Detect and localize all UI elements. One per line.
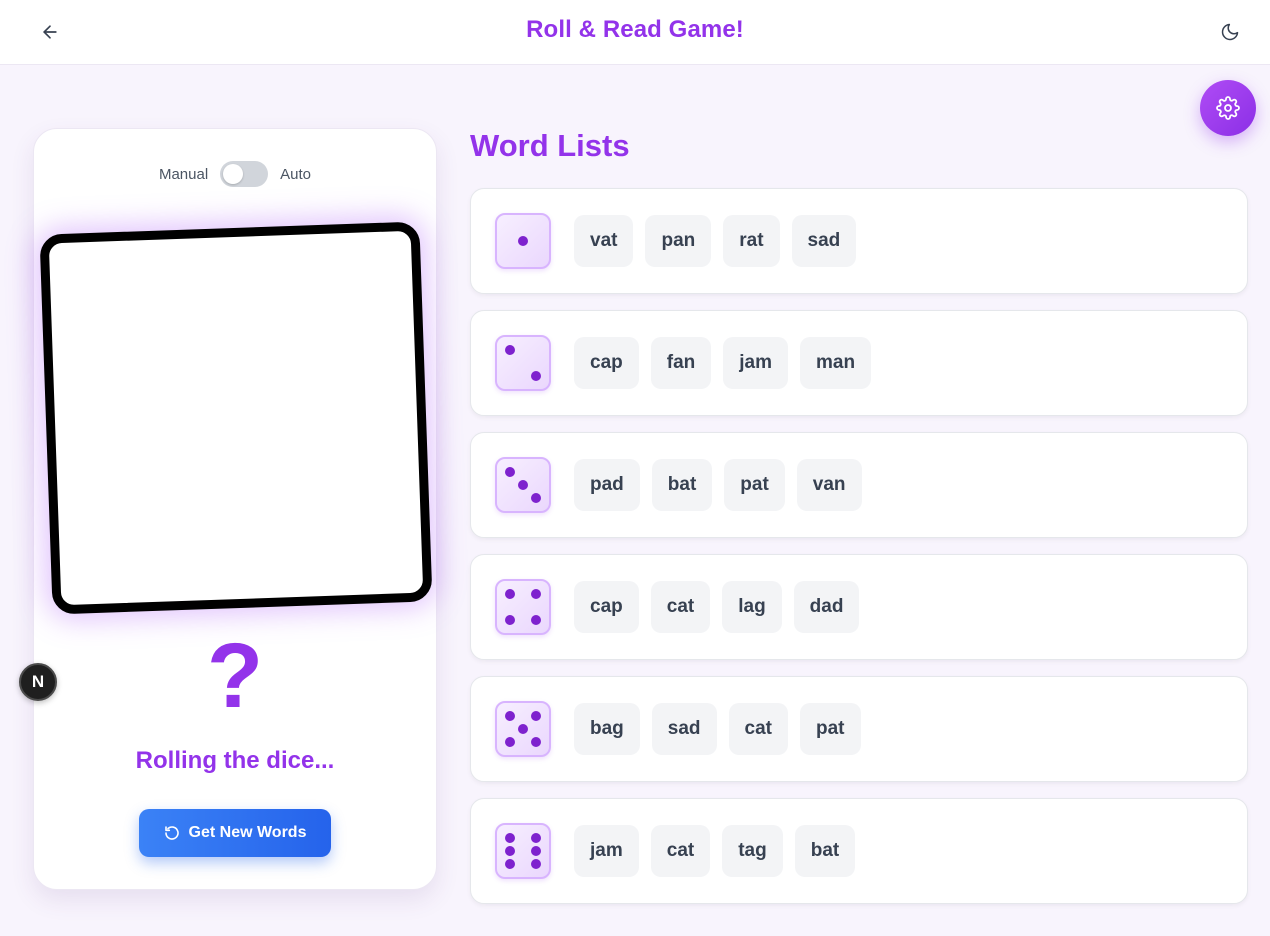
word-row-4: cap cat lag dad bbox=[470, 554, 1248, 660]
word-chip[interactable]: bat bbox=[651, 459, 713, 511]
moon-icon bbox=[1221, 23, 1239, 41]
word-row-6: jam cat tag bat bbox=[470, 798, 1248, 904]
die-face-1 bbox=[495, 213, 551, 269]
get-new-words-button[interactable]: Get New Words bbox=[139, 809, 331, 857]
die-face-6 bbox=[495, 823, 551, 879]
word-chip[interactable]: sad bbox=[791, 215, 857, 267]
mode-toggle[interactable] bbox=[220, 161, 269, 187]
die-pip bbox=[505, 615, 515, 625]
word-chips: pad bat pat van bbox=[574, 459, 862, 511]
word-row-5: bag sad cat pat bbox=[470, 676, 1248, 782]
toggle-knob bbox=[223, 164, 244, 184]
word-chip[interactable]: bag bbox=[574, 703, 640, 755]
page-title: Roll & Read Game! bbox=[526, 16, 744, 43]
word-row-2: cap fan jam man bbox=[470, 310, 1248, 416]
die-pip bbox=[505, 846, 515, 856]
word-chips: cap fan jam man bbox=[574, 337, 872, 389]
word-row-3: pad bat pat van bbox=[470, 432, 1248, 538]
word-chip[interactable]: man bbox=[800, 337, 872, 389]
word-lists-heading: Word Lists bbox=[470, 128, 630, 163]
die-pip bbox=[531, 589, 541, 599]
die-pip bbox=[505, 833, 515, 843]
word-chip[interactable]: pat bbox=[724, 459, 785, 511]
word-chip[interactable]: pan bbox=[645, 215, 712, 267]
die-pip bbox=[531, 493, 541, 503]
word-chip[interactable]: cap bbox=[574, 337, 639, 389]
gear-icon bbox=[1216, 96, 1240, 120]
word-chip[interactable]: cat bbox=[728, 703, 788, 755]
rolling-die[interactable] bbox=[39, 221, 433, 615]
die-pip bbox=[531, 859, 541, 869]
result-placeholder: ? bbox=[206, 625, 264, 727]
word-chip[interactable]: vat bbox=[574, 215, 634, 267]
word-chips: cap cat lag dad bbox=[574, 581, 860, 633]
mode-label-auto: Auto bbox=[280, 165, 312, 183]
die-face-4 bbox=[495, 579, 551, 635]
die-pip bbox=[505, 711, 515, 721]
word-row-1: vat pan rat sad bbox=[470, 188, 1248, 294]
word-chip[interactable]: cat bbox=[650, 581, 711, 633]
die-pip bbox=[505, 345, 515, 355]
roll-status: Rolling the dice... bbox=[135, 747, 335, 774]
die-pip bbox=[531, 711, 541, 721]
die-face-5 bbox=[495, 701, 551, 757]
word-chip[interactable]: bat bbox=[794, 825, 856, 877]
die-pip bbox=[505, 737, 515, 747]
die-pip bbox=[505, 859, 515, 869]
die-face-3 bbox=[495, 457, 551, 513]
word-chip[interactable]: pad bbox=[574, 459, 640, 511]
die-pip bbox=[531, 833, 541, 843]
word-chip[interactable]: lag bbox=[722, 581, 782, 633]
die-pip bbox=[505, 467, 515, 477]
settings-button[interactable] bbox=[1200, 80, 1256, 136]
word-chip[interactable]: sad bbox=[651, 703, 717, 755]
refresh-icon bbox=[164, 826, 179, 840]
word-chip[interactable]: fan bbox=[650, 337, 712, 389]
die-pip bbox=[531, 846, 541, 856]
get-new-words-label: Get New Words bbox=[188, 824, 307, 841]
word-chip[interactable]: jam bbox=[574, 825, 639, 877]
word-chips: vat pan rat sad bbox=[574, 215, 857, 267]
die-face-2 bbox=[495, 335, 551, 391]
dev-tools-badge[interactable]: N bbox=[19, 663, 57, 701]
word-chip[interactable]: van bbox=[796, 459, 862, 511]
word-chip[interactable]: rat bbox=[723, 215, 780, 267]
word-chip[interactable]: pat bbox=[800, 703, 861, 755]
die-pip bbox=[518, 480, 528, 490]
word-chip[interactable]: cap bbox=[574, 581, 639, 633]
top-bar: Roll & Read Game! bbox=[0, 0, 1270, 65]
die-pip bbox=[531, 615, 541, 625]
mode-toggle-row: Manual Auto bbox=[34, 161, 436, 187]
word-chips: jam cat tag bat bbox=[574, 825, 856, 877]
die-pip bbox=[531, 737, 541, 747]
word-chip[interactable]: tag bbox=[722, 825, 783, 877]
die-pip bbox=[531, 371, 541, 381]
die-pip bbox=[505, 589, 515, 599]
dice-panel: Manual Auto ? Rolling the dice... Get Ne… bbox=[33, 128, 437, 890]
die-pip bbox=[518, 724, 528, 734]
word-chip[interactable]: cat bbox=[650, 825, 711, 877]
die-pip bbox=[518, 236, 528, 246]
word-chip[interactable]: jam bbox=[723, 337, 788, 389]
word-chips: bag sad cat pat bbox=[574, 703, 861, 755]
word-chip[interactable]: dad bbox=[793, 581, 860, 633]
theme-toggle-button[interactable] bbox=[1216, 18, 1244, 46]
mode-label-manual: Manual bbox=[158, 165, 209, 183]
